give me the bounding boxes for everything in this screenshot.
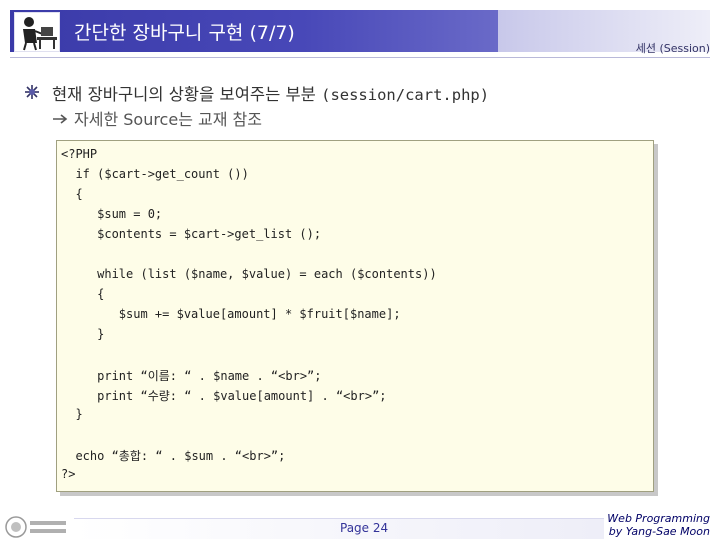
code-line: print “수량: “ . $value[amount] . “<br>”; bbox=[61, 389, 387, 403]
credit-course: Web Programming bbox=[607, 512, 710, 525]
code-line: { bbox=[61, 287, 105, 301]
code-line: <?PHP bbox=[61, 147, 98, 161]
code-line: if ($cart->get_count ()) bbox=[61, 167, 249, 181]
sub-note: 자세한 Source는 교재 참조 bbox=[52, 106, 262, 130]
code-line: while (list ($name, $value) = each ($con… bbox=[61, 267, 437, 281]
code-line: $sum = 0; bbox=[61, 207, 163, 221]
code-line: } bbox=[61, 407, 83, 421]
university-seal-icon bbox=[4, 514, 70, 540]
code-line: { bbox=[61, 187, 83, 201]
right-arrow-icon bbox=[52, 110, 68, 129]
section-label: 세션 (Session) bbox=[635, 42, 710, 55]
footer-credit: Web Programming by Yang-Sae Moon bbox=[607, 512, 710, 538]
code-line: $contents = $cart->get_list (); bbox=[61, 227, 322, 241]
code-line: print “이름: “ . $name . “<br>”; bbox=[61, 369, 322, 383]
code-line: echo “총합: “ . $sum . “<br>”; bbox=[61, 449, 286, 463]
section-heading: 현재 장바구니의 상황을 보여주는 부분 (session/cart.php) bbox=[52, 81, 489, 105]
page-number: Page 24 bbox=[340, 521, 389, 535]
heading-file-path: (session/cart.php) bbox=[321, 86, 490, 104]
person-at-desk-icon bbox=[14, 12, 60, 52]
sub-note-text: 자세한 Source는 교재 참조 bbox=[74, 110, 262, 129]
slide-title: 간단한 장바구니 구현 (7/7) bbox=[74, 22, 295, 44]
code-block: <?PHP if ($cart->get_count ()) { $sum = … bbox=[56, 140, 654, 492]
code-line: ?> bbox=[61, 467, 76, 481]
heading-text: 현재 장바구니의 상황을 보여주는 부분 bbox=[52, 85, 316, 104]
header-divider bbox=[10, 57, 710, 58]
code-line: $sum += $value[amount] * $fruit[$name]; bbox=[61, 307, 401, 321]
code-line: } bbox=[61, 327, 105, 341]
footer-bar bbox=[74, 518, 604, 539]
credit-author: by Yang-Sae Moon bbox=[608, 525, 710, 538]
star-bullet-icon bbox=[24, 84, 40, 104]
